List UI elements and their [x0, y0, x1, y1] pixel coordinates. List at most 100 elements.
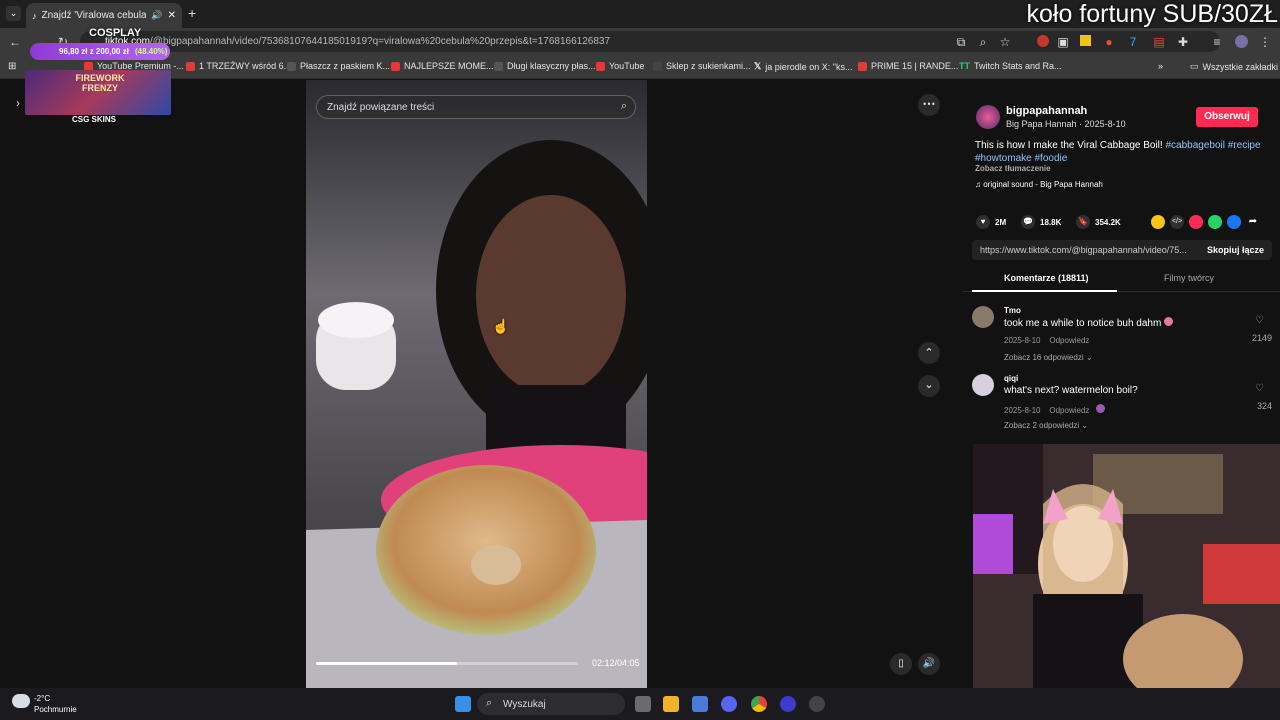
browser-toolbar: ← → ↻ tiktok.com/@bigpapahannah/video/75… [0, 28, 1280, 55]
reply-link[interactable]: Odpowiedz [1049, 406, 1089, 415]
extension-red-icon[interactable] [1036, 35, 1050, 49]
profile-avatar[interactable] [1234, 35, 1248, 49]
video-player[interactable]: Znajdź powiązane treści ⌕ 02:12/04:05 [306, 80, 647, 688]
embed-icon[interactable]: </> [1170, 215, 1184, 229]
youtube-icon [596, 61, 605, 71]
youtube-icon [186, 61, 195, 71]
save-button[interactable]: 🔖 354.2K [1076, 215, 1121, 229]
sidebar-expand-icon[interactable]: › [16, 96, 20, 110]
new-tab-button[interactable]: + [188, 5, 196, 21]
more-options-button[interactable]: ⋯ [918, 94, 940, 116]
menu-icon[interactable]: ⋮ [1258, 35, 1272, 49]
bookmarks-bar: ⊞ YouTube Premium -... 1 TRZEŹWY wśród 6… [0, 55, 1280, 79]
discord-icon[interactable] [721, 696, 737, 712]
webcam-image [973, 444, 1280, 706]
hashtag[interactable]: #howtomake [975, 153, 1032, 164]
install-app-icon[interactable]: ⧉ [954, 35, 968, 49]
tab-comments[interactable]: Komentarze (18811) [1004, 273, 1089, 283]
audio-icon[interactable]: 🔊 [151, 10, 162, 21]
apps-icon[interactable]: ⊞ [8, 61, 16, 72]
bookmark-item[interactable]: 𝕏ja pierodle on X: "ks... [754, 61, 853, 72]
back-icon[interactable]: ← [8, 35, 22, 49]
extension-icon-1[interactable]: ▣ [1056, 35, 1070, 49]
bookmark-item[interactable]: PRIME 15 | RANDE... [858, 61, 958, 71]
extension-icon-5[interactable]: ▤ [1152, 35, 1166, 49]
bookmark-star-icon[interactable]: ☆ [998, 35, 1012, 49]
weather-temp[interactable]: -2°C [34, 694, 50, 703]
previous-video-button[interactable]: ⌃ [918, 342, 940, 364]
view-replies[interactable]: Zobacz 2 odpowiedzi ⌄ [1004, 421, 1088, 430]
next-video-button[interactable]: ⌄ [918, 375, 940, 397]
comment-icon: 💬 [1021, 215, 1035, 229]
like-button[interactable]: ♥ 2M [976, 215, 1006, 229]
sound-row[interactable]: ♫ original sound - Big Papa Hannah [975, 180, 1103, 189]
bookmark-item[interactable]: Długi klasyczny płas... [494, 61, 596, 71]
app-icon[interactable] [809, 696, 825, 712]
gift-icon[interactable] [1151, 215, 1165, 229]
avatar[interactable] [972, 374, 994, 396]
hashtag[interactable]: #cabbageboil [1165, 140, 1225, 151]
start-icon[interactable] [455, 696, 471, 712]
weather-icon[interactable] [12, 694, 30, 708]
extension-icon-4[interactable]: 7 [1126, 35, 1140, 49]
copy-link-button[interactable]: Skopiuj łącze [1207, 245, 1264, 255]
mouse-cursor-icon: ☝ [492, 318, 510, 334]
bookmark-item[interactable]: Sklep z sukienkami... [653, 61, 751, 71]
bookmark-item[interactable]: TT Twitch Stats and Ra... [959, 61, 1062, 71]
comment-user[interactable]: qiqi [1004, 374, 1018, 383]
tab-creator-videos[interactable]: Filmy twórcy [1164, 273, 1214, 283]
all-bookmarks[interactable]: ▭ Wszystkie zakładki [1190, 61, 1278, 72]
whatsapp-icon[interactable] [1208, 215, 1222, 229]
view-replies[interactable]: Zobacz 16 odpowiedzi ⌄ [1004, 353, 1093, 362]
task-view-icon[interactable] [635, 696, 651, 712]
tiktok-icon: ♪ [32, 10, 37, 21]
comment-button[interactable]: 💬 18.8K [1021, 215, 1061, 229]
reply-link[interactable]: Odpowiedz [1049, 336, 1089, 345]
hashtag[interactable]: #recipe [1228, 140, 1261, 151]
widget-label: COSPLAY [89, 27, 142, 39]
bookmark-item[interactable]: Płaszcz z paskiem K... [287, 61, 390, 71]
obs-icon[interactable] [780, 696, 796, 712]
hashtag[interactable]: #foodie [1034, 153, 1067, 164]
video-link[interactable]: https://www.tiktok.com/@bigpapahannah/vi… [980, 245, 1187, 255]
extensions-puzzle-icon[interactable]: ✚ [1176, 35, 1190, 49]
media-control-icon[interactable]: ≡ [1210, 35, 1224, 49]
close-tab-icon[interactable]: ✕ [168, 10, 176, 21]
comment-user[interactable]: Tmo [1004, 306, 1021, 315]
author-handle[interactable]: bigpapahannah [1006, 105, 1087, 117]
zoom-icon[interactable]: ⌕ [976, 35, 990, 49]
facebook-icon[interactable] [1227, 215, 1241, 229]
avatar[interactable] [972, 306, 994, 328]
tab-search-button[interactable]: ⌄ [6, 6, 21, 21]
bookmark-item[interactable]: 1 TRZEŹWY wśród 6... [186, 61, 291, 71]
bookmark-item[interactable]: NAJLEPSZE MOME... [391, 61, 494, 71]
bookmarks-overflow-icon[interactable]: » [1158, 61, 1163, 71]
store-icon[interactable] [692, 696, 708, 712]
extension-icon-3[interactable]: ● [1102, 35, 1116, 49]
send-icon[interactable] [1189, 215, 1203, 229]
weather-desc[interactable]: Pochmurnie [34, 705, 77, 714]
windows-taskbar: -2°C Pochmurnie ⌕ Wyszukaj [0, 688, 1280, 720]
chrome-icon[interactable] [751, 696, 767, 712]
video-progress-bar[interactable] [316, 662, 578, 665]
taskbar-search[interactable]: ⌕ Wyszukaj [477, 693, 625, 715]
x-icon: 𝕏 [754, 61, 762, 71]
follow-button[interactable]: Obserwuj [1196, 107, 1258, 127]
author-subline: Big Papa Hannah · 2025-8-10 [1006, 119, 1126, 129]
video-progress-fill [316, 662, 458, 665]
stream-overlay-title: koło fortuny SUB/30ZŁ [1026, 0, 1278, 28]
video-search-input[interactable]: Znajdź powiązane treści ⌕ [316, 95, 636, 119]
comment-heart-icon[interactable]: ♡ [1255, 315, 1264, 326]
bookmark-item[interactable]: YouTube [596, 61, 644, 71]
volume-icon[interactable]: 🔊 [918, 653, 940, 675]
search-icon[interactable]: ⌕ [621, 100, 627, 113]
comment-heart-icon[interactable]: ♡ [1255, 383, 1264, 394]
author-avatar[interactable] [976, 105, 1000, 129]
video-time: 02:12/04:05 [592, 658, 640, 668]
goal-percent: (48.40%) [135, 47, 168, 56]
translate-link[interactable]: Zobacz tłumaczenie [975, 164, 1051, 173]
extension-icon-2[interactable] [1078, 35, 1092, 49]
share-arrow-icon[interactable]: ➦ [1246, 215, 1260, 229]
miniplayer-icon[interactable]: ▯ [890, 653, 912, 675]
file-explorer-icon[interactable] [663, 696, 679, 712]
